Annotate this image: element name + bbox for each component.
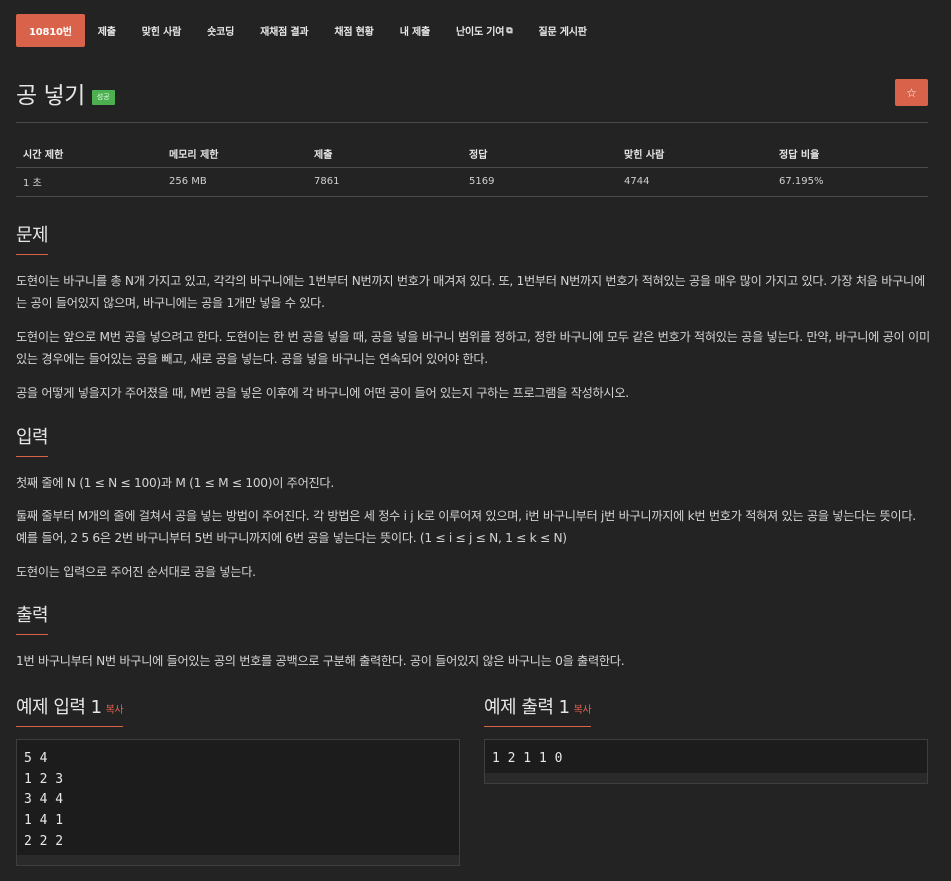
input-section-title: 입력 [16,423,49,457]
column-header: 맞힌 사람 [617,140,772,168]
problem-paragraph-3: 공을 어떻게 넣을지가 주어졌을 때, M번 공을 넣은 이후에 각 바구니에 … [16,386,629,400]
table-cell: 256 MB [162,167,307,197]
problem-stats-table: 시간 제한 메모리 제한 제출 정답 맞힌 사람 정답 비율 1 초 256 M… [16,140,928,197]
horizontal-scrollbar[interactable] [485,773,927,783]
tab-label: 맞힌 사람 [141,27,182,38]
tab-label: 제출 [97,27,116,38]
problem-tabs: 10810번 제출 맞힌 사람 숏코딩 재채점 결과 채점 현황 내 제출 난이… [16,14,600,47]
tab-label: 숏코딩 [207,27,235,38]
sample-input-title: 예제 입력 1 복사 [16,693,124,727]
sample-output-box[interactable]: 1 2 1 1 0 [484,739,928,784]
tab-short-coding[interactable]: 숏코딩 [194,14,247,47]
status-badge: 성공 [91,89,115,105]
sample-output-title: 예제 출력 1 복사 [484,693,592,727]
table-row: 1 초 256 MB 7861 5169 4744 67.195% [16,167,928,197]
tab-label: 10810번 [29,27,72,38]
problem-paragraph-1: 도현이는 바구니를 총 N개 가지고 있고, 각각의 바구니에는 1번부터 N번… [16,274,925,310]
output-section-title: 출력 [16,601,49,635]
tab-question-board[interactable]: 질문 게시판 [526,14,600,47]
problem-paragraph-2: 도현이는 앞으로 M번 공을 넣으려고 한다. 도현이는 한 번 공을 넣을 때… [16,330,930,366]
problem-header: 공 넣기 성공 [16,76,115,110]
tab-judge-status[interactable]: 채점 현황 [321,14,386,47]
table-cell: 4744 [617,167,772,197]
tab-label: 난이도 기여 [455,27,505,38]
favorite-button[interactable]: ☆ [895,79,928,106]
column-header: 시간 제한 [16,140,162,168]
tab-problem[interactable]: 10810번 [16,14,85,47]
table-cell: 7861 [307,167,462,197]
output-paragraph-1: 1번 바구니부터 N번 바구니에 들어있는 공의 번호를 공백으로 구분해 출력… [16,654,625,668]
horizontal-scrollbar[interactable] [17,855,459,865]
copy-output-button[interactable]: 복사 [574,705,592,716]
problem-section-title: 문제 [16,221,49,255]
copy-input-button[interactable]: 복사 [106,705,124,716]
tab-label: 질문 게시판 [538,27,587,38]
page-title: 공 넣기 [16,83,85,109]
table-cell: 5169 [462,167,617,197]
table-cell: 67.195% [772,167,928,197]
sample-input-box[interactable]: 5 4 1 2 3 3 4 4 1 4 1 2 2 2 [16,739,460,866]
table-header-row: 시간 제한 메모리 제한 제출 정답 맞힌 사람 정답 비율 [16,140,928,168]
star-icon: ☆ [906,85,917,100]
input-paragraph-2: 둘째 줄부터 M개의 줄에 걸쳐서 공을 넣는 방법이 주어진다. 각 방법은 … [16,509,916,545]
tab-label: 재채점 결과 [260,27,309,38]
divider [16,122,928,123]
column-header: 정답 비율 [772,140,928,168]
tab-rejudge-results[interactable]: 재채점 결과 [247,14,321,47]
tab-label: 채점 현황 [334,27,374,38]
sample-output-title-text: 예제 출력 1 [484,697,570,718]
tab-my-submissions[interactable]: 내 제출 [387,14,443,47]
input-paragraph-3: 도현이는 입력으로 주어진 순서대로 공을 넣는다. [16,565,256,579]
column-header: 정답 [462,140,617,168]
table-cell: 1 초 [16,167,162,197]
column-header: 메모리 제한 [162,140,307,168]
input-paragraph-1: 첫째 줄에 N (1 ≤ N ≤ 100)과 M (1 ≤ M ≤ 100)이 … [16,476,334,490]
sample-output-text: 1 2 1 1 0 [492,751,563,766]
external-link-icon: ⧉ [506,25,513,36]
sample-input-title-text: 예제 입력 1 [16,697,102,718]
sample-input-text: 5 4 1 2 3 3 4 4 1 4 1 2 2 2 [24,751,64,849]
column-header: 제출 [307,140,462,168]
tab-submit[interactable]: 제출 [85,14,129,47]
tab-solvers[interactable]: 맞힌 사람 [129,14,194,47]
tab-label: 내 제출 [399,27,430,38]
tab-difficulty-contribute[interactable]: 난이도 기여 ⧉ [443,14,526,47]
